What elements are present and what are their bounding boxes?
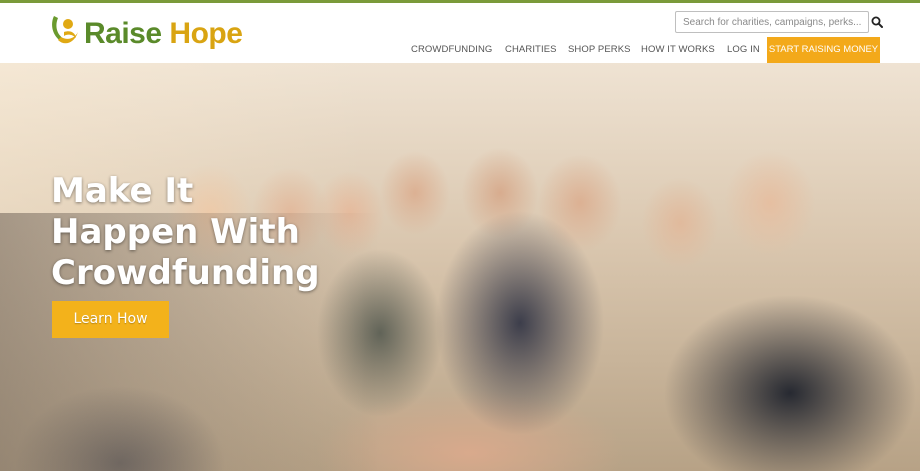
hero-headline-line-1: Make It bbox=[51, 171, 194, 211]
hero-headline-line-2: Happen With bbox=[51, 212, 300, 252]
nav-item-log-in[interactable]: LOG IN bbox=[727, 37, 760, 63]
main-nav: CROWDFUNDING CHARITIES SHOP PERKS HOW IT… bbox=[0, 37, 920, 63]
site-header: Raise Hope CROWDFUNDING CHARITIES SHOP P… bbox=[0, 3, 920, 63]
learn-how-button[interactable]: Learn How bbox=[52, 301, 169, 338]
search-box bbox=[675, 11, 869, 33]
nav-item-crowdfunding[interactable]: CROWDFUNDING bbox=[411, 37, 492, 63]
search-icon[interactable] bbox=[871, 16, 883, 28]
nav-item-shop-perks[interactable]: SHOP PERKS bbox=[568, 37, 631, 63]
start-raising-money-button[interactable]: START RAISING MONEY bbox=[767, 37, 880, 63]
search-input[interactable] bbox=[676, 12, 868, 33]
hero-headline: Make It Happen With Crowdfunding bbox=[51, 171, 381, 294]
nav-item-how-it-works[interactable]: HOW IT WORKS bbox=[641, 37, 715, 63]
hero-headline-line-3: Crowdfunding bbox=[51, 253, 320, 293]
nav-item-charities[interactable]: CHARITIES bbox=[505, 37, 557, 63]
